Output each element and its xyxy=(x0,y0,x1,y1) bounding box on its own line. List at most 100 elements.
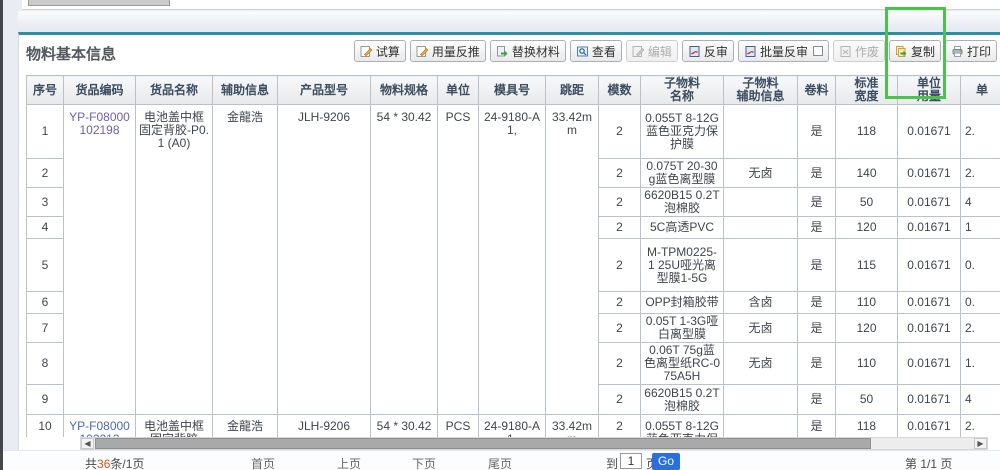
copy-button[interactable]: 复制 xyxy=(889,40,941,62)
pitch-cell: 33.42mm xyxy=(546,415,599,438)
reverse-audit-button[interactable]: 反审 xyxy=(682,40,734,62)
clipped-cell: 0. xyxy=(961,292,1000,314)
pagination-bar: 共36条/1页 首页 上页 下页 尾页 到 页 Go 第 1/1 页 xyxy=(0,450,1000,470)
clipped-cell: 1. xyxy=(961,343,1000,385)
batch-reverse-audit-checkbox[interactable] xyxy=(813,46,823,56)
page-title: 物料基本信息 xyxy=(26,43,116,64)
sub-name-cell: 5C高透PVC xyxy=(641,217,724,239)
go-button[interactable]: Go xyxy=(652,453,680,470)
sub-aux-cell: 无卤 xyxy=(724,314,798,343)
col-sub-material-aux: 子物料 辅助信息 xyxy=(724,76,798,105)
prev-page-link[interactable]: 上页 xyxy=(337,455,361,470)
sub-name-cell: 0.05T 1-3G哑白离型膜 xyxy=(641,314,724,343)
sub-name-cell: 6620B15 0.2T泡棉胶 xyxy=(641,188,724,217)
scroll-right-arrow[interactable]: ▶ xyxy=(974,438,987,449)
item-code-link[interactable]: YP-F08000102198 xyxy=(64,105,136,415)
print-button[interactable]: 打印 xyxy=(945,40,997,62)
sub-name-cell: M-TPM0225-1 25U哑光离型膜1-5G xyxy=(641,239,724,292)
usage-back-calc-button[interactable]: 用量反推 xyxy=(410,40,486,62)
roll-cell: 是 xyxy=(798,385,836,415)
unit-usage-cell: 0.01671 xyxy=(898,385,961,415)
page-number-input[interactable] xyxy=(620,453,642,469)
pencil-doc-icon xyxy=(416,45,429,58)
replace-doc-icon xyxy=(496,45,509,58)
cavities-cell: 2 xyxy=(599,314,641,343)
item-code-link[interactable]: YP-F08000102213 xyxy=(64,415,136,438)
aux-info-cell: 金龍浩 xyxy=(213,415,278,438)
cavities-cell: 2 xyxy=(599,415,641,438)
unit-usage-cell: 0.01671 xyxy=(898,343,961,385)
seq-cell: 3 xyxy=(27,188,64,217)
pitch-cell: 33.42mm xyxy=(546,105,599,415)
unit-usage-cell: 0.01671 xyxy=(898,188,961,217)
unit-usage-cell: 0.01671 xyxy=(898,105,961,159)
edit-button: 编辑 xyxy=(626,40,678,62)
mold-cell: 24-9180-A 1, xyxy=(479,415,546,438)
previous-section-strip xyxy=(22,0,1000,10)
col-unit: 单位 xyxy=(438,76,479,105)
seq-cell: 6 xyxy=(27,292,64,314)
unit-cell: PCS xyxy=(438,415,479,438)
pencil-doc-icon xyxy=(360,45,373,58)
mold-cell: 24-9180-A 1, xyxy=(479,105,546,415)
next-page-link[interactable]: 下页 xyxy=(412,455,436,470)
table-row: 10 YP-F08000102213 电池盖中框固定背胶 金龍浩 JLH-920… xyxy=(27,415,1000,438)
sub-aux-cell xyxy=(724,239,798,292)
first-page-link[interactable]: 首页 xyxy=(251,455,275,470)
std-width-cell: 118 xyxy=(836,105,898,159)
seq-cell: 10 xyxy=(27,415,64,438)
cavities-cell: 2 xyxy=(599,292,641,314)
std-width-cell: 118 xyxy=(836,415,898,438)
std-width-cell: 120 xyxy=(836,314,898,343)
horizontal-scrollbar[interactable]: ◀ ▶ xyxy=(80,437,988,450)
table-header-row: 序号 货品编码 货品名称 辅助信息 产品型号 物料规格 单位 模具号 跳距 模数… xyxy=(27,76,1000,105)
cavities-cell: 2 xyxy=(599,385,641,415)
trial-calc-button[interactable]: 试算 xyxy=(354,40,406,62)
magnifier-doc-icon xyxy=(576,45,589,58)
clipped-cell: 2. xyxy=(961,105,1000,159)
spec-cell: 54 * 30.42 xyxy=(371,415,438,438)
roll-cell: 是 xyxy=(798,239,836,292)
aux-info-cell: 金龍浩 xyxy=(213,105,278,415)
unit-cell: PCS xyxy=(438,105,479,415)
seq-cell: 5 xyxy=(27,239,64,292)
seq-cell: 8 xyxy=(27,343,64,385)
audit-stamp-icon xyxy=(688,45,701,58)
view-button[interactable]: 查看 xyxy=(570,40,622,62)
model-cell: JLH-9206 xyxy=(278,415,371,438)
sub-aux-cell: 无卤 xyxy=(724,159,798,188)
model-cell: JLH-9206 xyxy=(278,105,371,415)
replace-material-button[interactable]: 替换材料 xyxy=(490,40,566,62)
scrollbar-thumb[interactable] xyxy=(95,438,871,449)
clipped-cell: 2. xyxy=(961,415,1000,438)
void-button: 作废 xyxy=(833,40,885,62)
std-width-cell: 110 xyxy=(836,292,898,314)
seq-cell: 1 xyxy=(27,105,64,159)
cavities-cell: 2 xyxy=(599,105,641,159)
col-sub-material-name: 子物料 名称 xyxy=(641,76,724,105)
page-info: 第 1/1 页 xyxy=(905,455,952,470)
roll-cell: 是 xyxy=(798,292,836,314)
sub-name-cell: 0.075T 20-30g蓝色离型膜 xyxy=(641,159,724,188)
copy-pages-icon xyxy=(895,45,908,58)
sub-name-cell: 0.06T 75g蓝色离型纸RC-075A5H xyxy=(641,343,724,385)
sub-aux-cell xyxy=(724,188,798,217)
sub-name-cell: 6620B15 0.2T泡棉胶 xyxy=(641,385,724,415)
batch-reverse-audit-button[interactable]: 批量反审 xyxy=(738,40,829,62)
cavities-cell: 2 xyxy=(599,239,641,292)
cavities-cell: 2 xyxy=(599,343,641,385)
std-width-cell: 115 xyxy=(836,239,898,292)
spec-cell: 54 * 30.42 xyxy=(371,105,438,415)
unit-usage-cell: 0.01671 xyxy=(898,159,961,188)
scrollbar-remnant xyxy=(28,0,170,6)
col-mold-no: 模具号 xyxy=(479,76,546,105)
last-page-link[interactable]: 尾页 xyxy=(488,455,512,470)
materials-table: 序号 货品编码 货品名称 辅助信息 产品型号 物料规格 单位 模具号 跳距 模数… xyxy=(26,75,1000,437)
seq-cell: 7 xyxy=(27,314,64,343)
scroll-left-arrow[interactable]: ◀ xyxy=(81,438,94,449)
unit-usage-cell: 0.01671 xyxy=(898,217,961,239)
sub-name-cell: 0.055T 8-12G蓝色亚克力保护膜 xyxy=(641,415,724,438)
void-doc-icon xyxy=(839,45,852,58)
col-seq: 序号 xyxy=(27,76,64,105)
col-roll: 卷料 xyxy=(798,76,836,105)
